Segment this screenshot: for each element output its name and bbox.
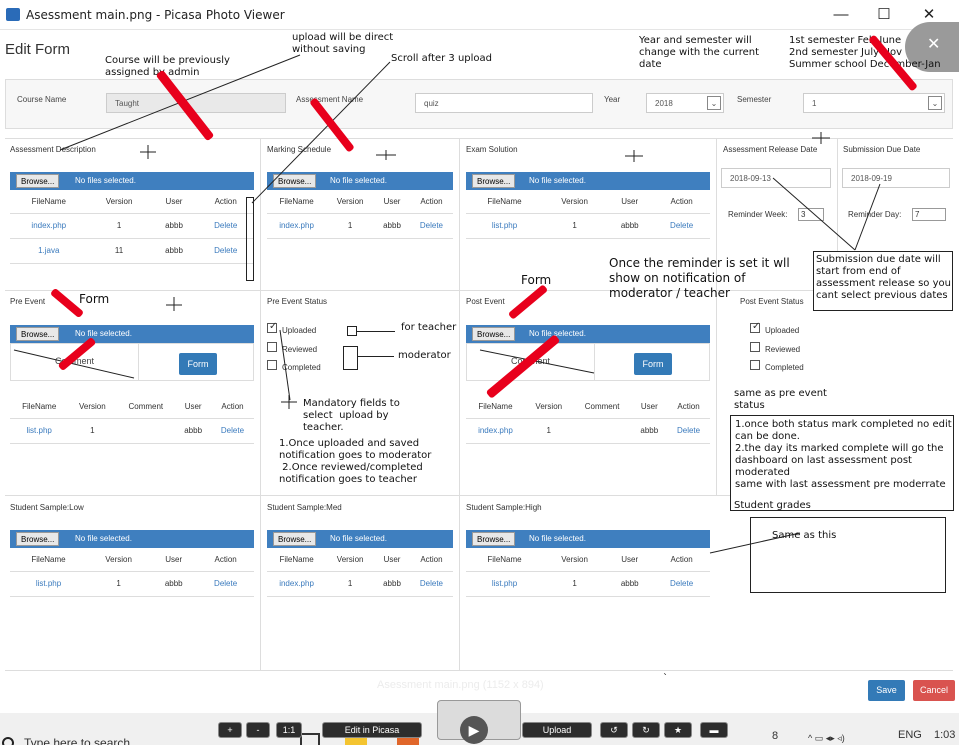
- delete-icon[interactable]: ▬: [700, 722, 728, 738]
- taskbar-search-input[interactable]: Type here to search: [24, 736, 130, 745]
- people-icon[interactable]: 8: [772, 730, 778, 742]
- rotate-left-icon[interactable]: ↺: [600, 722, 628, 738]
- zoom-in-button[interactable]: +: [218, 722, 242, 738]
- save-button[interactable]: Save: [868, 680, 905, 701]
- zoom-out-button[interactable]: -: [246, 722, 270, 738]
- system-tray-icons[interactable]: ^ ▭ ◂▸ ◃): [808, 733, 845, 744]
- annotation-lines: [13, 54, 881, 554]
- edit-in-picasa-button[interactable]: Edit in Picasa: [322, 722, 422, 738]
- star-icon[interactable]: ★: [664, 722, 692, 738]
- stray-mark: `: [663, 673, 668, 684]
- play-slideshow-icon[interactable]: ▶: [460, 716, 488, 744]
- rotate-right-icon[interactable]: ↻: [632, 722, 660, 738]
- cursor-cross-icons: [140, 132, 830, 409]
- picasa-caption: Asessment main.png (1152 x 894): [377, 679, 544, 691]
- upload-button[interactable]: Upload: [522, 722, 592, 738]
- actual-size-button[interactable]: 1:1: [276, 722, 302, 738]
- search-icon[interactable]: [2, 737, 14, 745]
- cancel-button[interactable]: Cancel: [913, 680, 955, 701]
- clock[interactable]: 1:03: [934, 729, 955, 741]
- task-view-icon[interactable]: [300, 733, 320, 745]
- language-indicator[interactable]: ENG: [898, 729, 922, 741]
